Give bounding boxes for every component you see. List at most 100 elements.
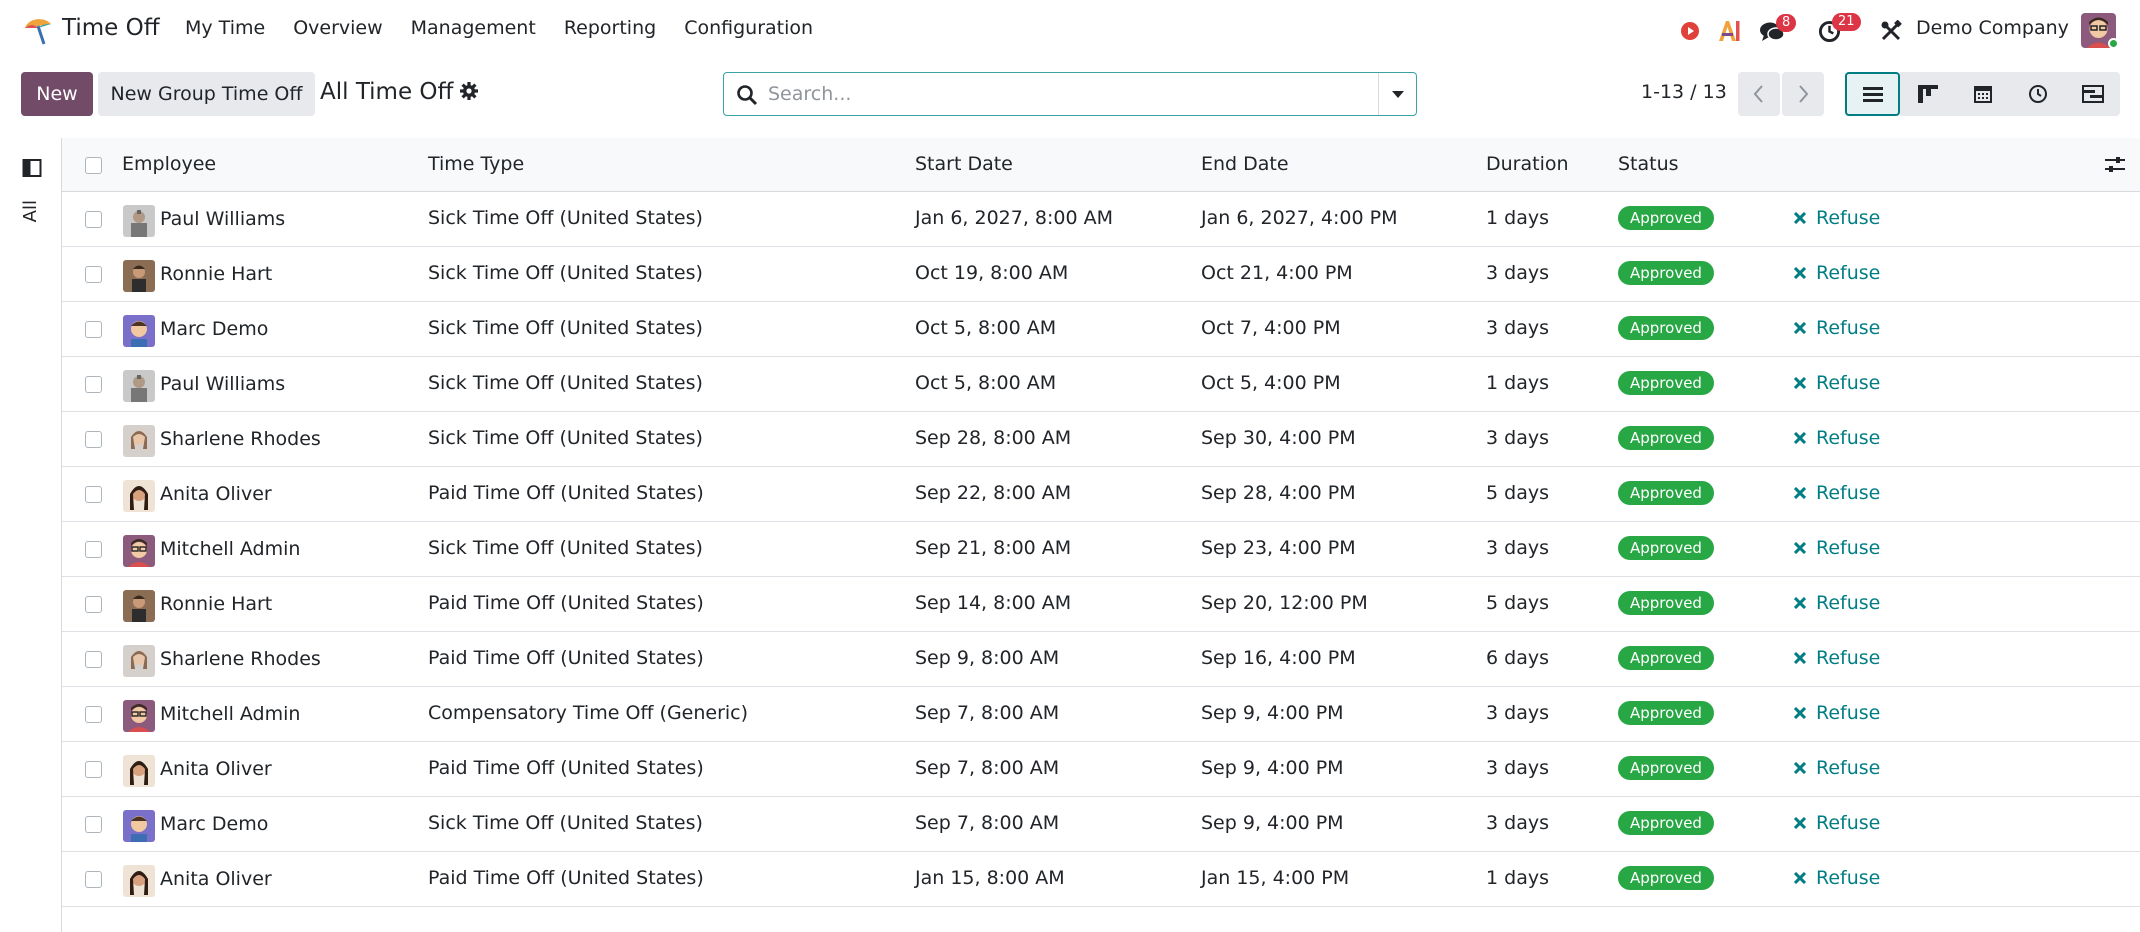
employee-avatar	[123, 315, 155, 347]
cell-employee[interactable]: Marc Demo	[160, 813, 268, 835]
row-checkbox[interactable]	[85, 596, 102, 613]
gear-icon[interactable]	[459, 81, 479, 101]
refuse-button[interactable]: Refuse	[1794, 647, 1880, 669]
company-switcher[interactable]: Demo Company	[1916, 17, 2069, 39]
table-row[interactable]: Sharlene Rhodes Sick Time Off (United Sta…	[62, 412, 2140, 467]
ai-icon[interactable]	[1716, 18, 1742, 44]
row-checkbox[interactable]	[85, 706, 102, 723]
menu-management[interactable]: Management	[411, 17, 536, 39]
kanban-view-button[interactable]	[1900, 72, 1955, 116]
row-checkbox[interactable]	[85, 871, 102, 888]
cell-employee[interactable]: Anita Oliver	[160, 483, 272, 505]
row-checkbox[interactable]	[85, 651, 102, 668]
refuse-button[interactable]: Refuse	[1794, 592, 1880, 614]
row-checkbox[interactable]	[85, 486, 102, 503]
calendar-view-button[interactable]	[1955, 72, 2010, 116]
row-checkbox[interactable]	[85, 761, 102, 778]
search-input[interactable]	[768, 75, 1338, 113]
cell-duration: 3 days	[1486, 262, 1549, 284]
refuse-button[interactable]: Refuse	[1794, 812, 1880, 834]
table-row[interactable]: Anita Oliver Paid Time Off (United States…	[62, 467, 2140, 522]
new-group-time-off-button[interactable]: New Group Time Off	[98, 72, 315, 116]
refuse-button[interactable]: Refuse	[1794, 702, 1880, 724]
cell-time-type: Paid Time Off (United States)	[428, 867, 704, 889]
cell-employee[interactable]: Ronnie Hart	[160, 593, 272, 615]
row-checkbox[interactable]	[85, 321, 102, 338]
list-view-button[interactable]	[1845, 72, 1900, 116]
column-header-status[interactable]: Status	[1618, 153, 1679, 175]
cell-start-date: Sep 14, 8:00 AM	[915, 592, 1072, 614]
column-header-end-date[interactable]: End Date	[1201, 153, 1289, 175]
cell-duration: 3 days	[1486, 757, 1549, 779]
pager-value[interactable]: 1-13 / 13	[1641, 81, 1727, 103]
table-row[interactable]: Paul Williams Sick Time Off (United State…	[62, 357, 2140, 412]
refuse-button[interactable]: Refuse	[1794, 537, 1880, 559]
menu-my-time[interactable]: My Time	[185, 17, 265, 39]
cell-employee[interactable]: Anita Oliver	[160, 868, 272, 890]
table-row[interactable]: Sharlene Rhodes Paid Time Off (United Sta…	[62, 632, 2140, 687]
refuse-button[interactable]: Refuse	[1794, 427, 1880, 449]
table-row[interactable]: Mitchell Admin Compensatory Time Off (Gen…	[62, 687, 2140, 742]
cell-employee[interactable]: Ronnie Hart	[160, 263, 272, 285]
gantt-view-button[interactable]	[2065, 72, 2120, 116]
row-checkbox[interactable]	[85, 211, 102, 228]
gantt-icon	[2081, 85, 2104, 103]
table-row[interactable]: Marc Demo Sick Time Off (United States) Oc…	[62, 302, 2140, 357]
refuse-button[interactable]: Refuse	[1794, 757, 1880, 779]
app-name[interactable]: Time Off	[62, 15, 160, 41]
panel-toggle-icon[interactable]	[22, 158, 42, 178]
table-row[interactable]: Ronnie Hart Sick Time Off (United States)…	[62, 247, 2140, 302]
menu-overview[interactable]: Overview	[293, 17, 382, 39]
online-status-dot	[2108, 38, 2119, 49]
column-header-start-date[interactable]: Start Date	[915, 153, 1013, 175]
refuse-button[interactable]: Refuse	[1794, 207, 1880, 229]
cell-end-date: Sep 28, 4:00 PM	[1201, 482, 1356, 504]
refuse-button[interactable]: Refuse	[1794, 482, 1880, 504]
row-checkbox[interactable]	[85, 816, 102, 833]
status-badge: Approved	[1618, 866, 1714, 890]
refuse-button[interactable]: Refuse	[1794, 317, 1880, 339]
search-panel-filter-all[interactable]: All	[20, 200, 41, 222]
activity-view-button[interactable]	[2010, 72, 2065, 116]
column-header-employee[interactable]: Employee	[122, 153, 216, 175]
table-row[interactable]: Anita Oliver Paid Time Off (United States…	[62, 852, 2140, 907]
row-checkbox[interactable]	[85, 541, 102, 558]
cell-start-date: Sep 9, 8:00 AM	[915, 647, 1060, 669]
row-checkbox[interactable]	[85, 376, 102, 393]
refuse-button[interactable]: Refuse	[1794, 867, 1880, 889]
status-badge: Approved	[1618, 316, 1714, 340]
calendar-icon	[1973, 86, 1992, 103]
cell-employee[interactable]: Anita Oliver	[160, 758, 272, 780]
pager-next-button[interactable]	[1782, 72, 1824, 116]
employee-avatar	[123, 260, 155, 292]
menu-reporting[interactable]: Reporting	[564, 17, 656, 39]
cell-employee[interactable]: Sharlene Rhodes	[160, 648, 321, 670]
tools-icon[interactable]	[1880, 20, 1902, 42]
cell-employee[interactable]: Mitchell Admin	[160, 703, 300, 725]
row-checkbox[interactable]	[85, 431, 102, 448]
table-row[interactable]: Marc Demo Sick Time Off (United States) Se…	[62, 797, 2140, 852]
select-all-checkbox[interactable]	[85, 157, 102, 174]
table-row[interactable]: Ronnie Hart Paid Time Off (United States)…	[62, 577, 2140, 632]
cell-employee[interactable]: Marc Demo	[160, 318, 268, 340]
new-button[interactable]: New	[21, 72, 93, 116]
table-row[interactable]: Paul Williams Sick Time Off (United State…	[62, 192, 2140, 247]
search-options-toggle[interactable]	[1378, 73, 1416, 115]
menu-configuration[interactable]: Configuration	[684, 17, 813, 39]
table-row[interactable]: Anita Oliver Paid Time Off (United States…	[62, 742, 2140, 797]
table-row[interactable]: Mitchell Admin Sick Time Off (United Stat…	[62, 522, 2140, 577]
time-off-app-icon[interactable]	[22, 14, 54, 46]
cell-employee[interactable]: Mitchell Admin	[160, 538, 300, 560]
row-checkbox[interactable]	[85, 266, 102, 283]
optional-columns-icon[interactable]	[2104, 155, 2126, 175]
column-header-duration[interactable]: Duration	[1486, 153, 1569, 175]
cell-employee[interactable]: Sharlene Rhodes	[160, 428, 321, 450]
record-icon[interactable]	[1680, 21, 1700, 41]
refuse-button[interactable]: Refuse	[1794, 262, 1880, 284]
column-header-time-type[interactable]: Time Type	[428, 153, 524, 175]
pager-previous-button[interactable]	[1738, 72, 1780, 116]
chevron-left-icon	[1753, 85, 1763, 103]
cell-employee[interactable]: Paul Williams	[160, 208, 285, 230]
cell-employee[interactable]: Paul Williams	[160, 373, 285, 395]
refuse-button[interactable]: Refuse	[1794, 372, 1880, 394]
